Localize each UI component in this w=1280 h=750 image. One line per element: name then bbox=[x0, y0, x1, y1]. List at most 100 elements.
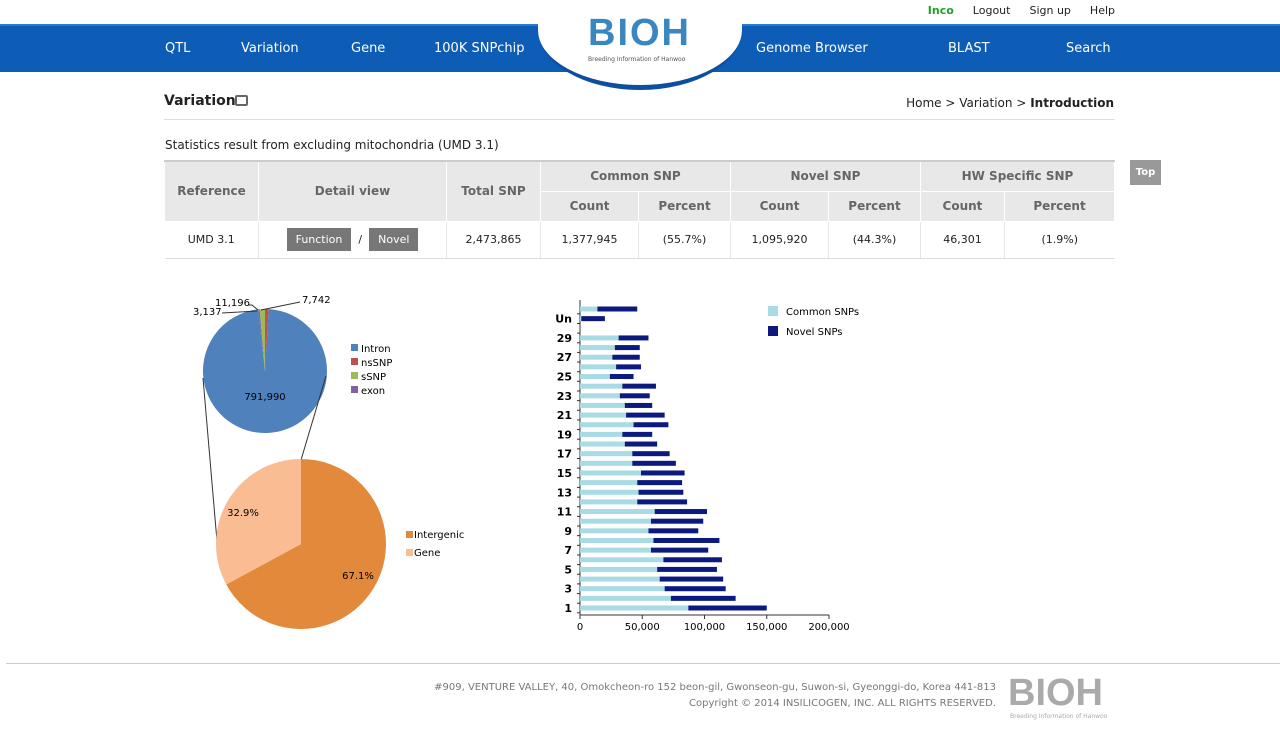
th-count: Count bbox=[919, 191, 1006, 222]
y-tick-label: 3 bbox=[564, 583, 572, 596]
print-icon[interactable] bbox=[235, 95, 248, 106]
y-tick-label: Un bbox=[555, 313, 572, 326]
pie-slice-intron bbox=[202, 309, 327, 433]
breadcrumb-current: Introduction bbox=[1030, 96, 1114, 110]
nav-genome-browser[interactable]: Genome Browser bbox=[756, 41, 868, 56]
legend-swatch bbox=[406, 531, 413, 538]
bar-common-snps bbox=[580, 480, 638, 486]
bar-novel-snps bbox=[624, 402, 653, 408]
cell-novel-pct: (44.3%) bbox=[828, 221, 921, 259]
bar-novel-snps bbox=[659, 576, 724, 582]
legend-swatch bbox=[351, 386, 358, 393]
cell-hw-count: 46,301 bbox=[919, 221, 1005, 259]
nav-search[interactable]: Search bbox=[1066, 41, 1111, 56]
top-button[interactable]: Top bbox=[1130, 160, 1161, 185]
x-tick-label: 150,000 bbox=[746, 622, 787, 633]
x-tick-label: 100,000 bbox=[684, 622, 725, 633]
x-tick-label: 0 bbox=[577, 622, 583, 633]
nav-blast[interactable]: BLAST bbox=[948, 41, 990, 56]
breadcrumb-home[interactable]: Home bbox=[906, 96, 941, 110]
novel-button[interactable]: Novel bbox=[369, 228, 419, 251]
cell-detail: Function / Novel bbox=[258, 221, 447, 259]
bar-novel-snps bbox=[653, 537, 720, 543]
logo-subtitle: Breeding Information of Hanwoo bbox=[588, 56, 686, 63]
legend-label: Gene bbox=[414, 548, 440, 559]
breadcrumb: Home > Variation > Introduction bbox=[906, 96, 1114, 110]
leader-line bbox=[221, 310, 258, 314]
bar-common-snps bbox=[580, 441, 625, 447]
bar-novel-snps bbox=[657, 566, 717, 572]
legend-swatch bbox=[768, 326, 778, 336]
inco-link[interactable]: Inco bbox=[928, 4, 954, 17]
leader-line bbox=[248, 304, 259, 311]
bar-common-snps bbox=[580, 557, 664, 563]
pie-slice-intergenic bbox=[226, 459, 387, 629]
bar-common-snps bbox=[580, 586, 665, 592]
breadcrumb-sep: > bbox=[945, 96, 956, 110]
bioh-logo[interactable]: BIOH Breeding Information of Hanwoo bbox=[538, 0, 742, 90]
bar-novel-snps bbox=[654, 509, 707, 515]
nav-snpchip[interactable]: 100K SNPchip bbox=[434, 41, 525, 56]
function-button[interactable]: Function bbox=[286, 228, 352, 251]
legend-swatch bbox=[768, 306, 778, 316]
bar-common-snps bbox=[580, 402, 625, 408]
help-link[interactable]: Help bbox=[1090, 4, 1115, 17]
nav-gene[interactable]: Gene bbox=[351, 41, 385, 56]
bar-novel-snps bbox=[670, 595, 736, 601]
bar-novel-snps bbox=[609, 374, 634, 380]
logout-link[interactable]: Logout bbox=[973, 4, 1011, 17]
th-common: Common SNP bbox=[540, 160, 731, 192]
data-label: 3,137 bbox=[193, 307, 222, 318]
cell-total: 2,473,865 bbox=[446, 221, 541, 259]
th-total: Total SNP bbox=[446, 160, 541, 222]
nav-qtl[interactable]: QTL bbox=[165, 41, 190, 56]
legend-label: Common SNPs bbox=[786, 307, 859, 318]
legend-swatch bbox=[406, 549, 413, 556]
x-tick-label: 50,000 bbox=[625, 622, 660, 633]
divider bbox=[164, 119, 1115, 120]
top-links: Inco Logout Sign up Help bbox=[928, 4, 1115, 17]
nav-variation[interactable]: Variation bbox=[241, 41, 299, 56]
y-tick-label: 13 bbox=[557, 486, 572, 499]
th-detail: Detail view bbox=[258, 160, 447, 222]
bar-common-snps bbox=[580, 345, 615, 351]
cell-common-count: 1,377,945 bbox=[539, 221, 639, 259]
bar-common-snps bbox=[580, 460, 633, 466]
bar-common-snps bbox=[580, 422, 634, 428]
legend-label: sSNP bbox=[361, 372, 386, 383]
legend-label: nsSNP bbox=[361, 358, 392, 369]
cell-novel-count: 1,095,920 bbox=[729, 221, 829, 259]
description: Statistics result from excluding mitocho… bbox=[165, 138, 499, 152]
bar-novel-snps bbox=[648, 528, 699, 534]
bar-novel-snps bbox=[626, 412, 665, 418]
th-hw: HW Specific SNP bbox=[919, 160, 1116, 192]
th-percent: Percent bbox=[828, 191, 921, 222]
footer-logo-subtitle: Breeding Information of Hanwoo bbox=[1010, 713, 1108, 720]
bar-common-snps bbox=[580, 306, 598, 312]
bar-common-snps bbox=[580, 509, 655, 515]
stats-table: Reference Detail view Total SNP Common S… bbox=[164, 160, 1116, 259]
bar-common-snps bbox=[580, 518, 651, 524]
th-percent: Percent bbox=[1004, 191, 1115, 222]
bar-novel-snps bbox=[637, 499, 688, 505]
legend-swatch bbox=[351, 372, 358, 379]
bar-common-snps bbox=[580, 364, 617, 370]
bar-common-snps bbox=[580, 393, 620, 399]
breadcrumb-sep: > bbox=[1016, 96, 1027, 110]
footer-logo: BIOH bbox=[1008, 672, 1103, 714]
data-label: 32.9% bbox=[227, 508, 259, 519]
bar-common-snps bbox=[580, 412, 627, 418]
page-title: Variation bbox=[164, 93, 236, 109]
breadcrumb-variation[interactable]: Variation bbox=[959, 96, 1012, 110]
y-tick-label: 23 bbox=[557, 390, 572, 403]
bar-novel-snps bbox=[614, 345, 640, 351]
connector-line bbox=[300, 375, 327, 461]
connector-line bbox=[202, 377, 219, 554]
bar-novel-snps bbox=[641, 470, 685, 476]
bar-novel-snps bbox=[663, 557, 722, 563]
bar-common-snps bbox=[580, 383, 623, 389]
signup-link[interactable]: Sign up bbox=[1029, 4, 1070, 17]
bar-novel-snps bbox=[688, 605, 767, 611]
y-tick-label: 1 bbox=[564, 602, 572, 615]
y-tick-label: 11 bbox=[557, 506, 572, 519]
